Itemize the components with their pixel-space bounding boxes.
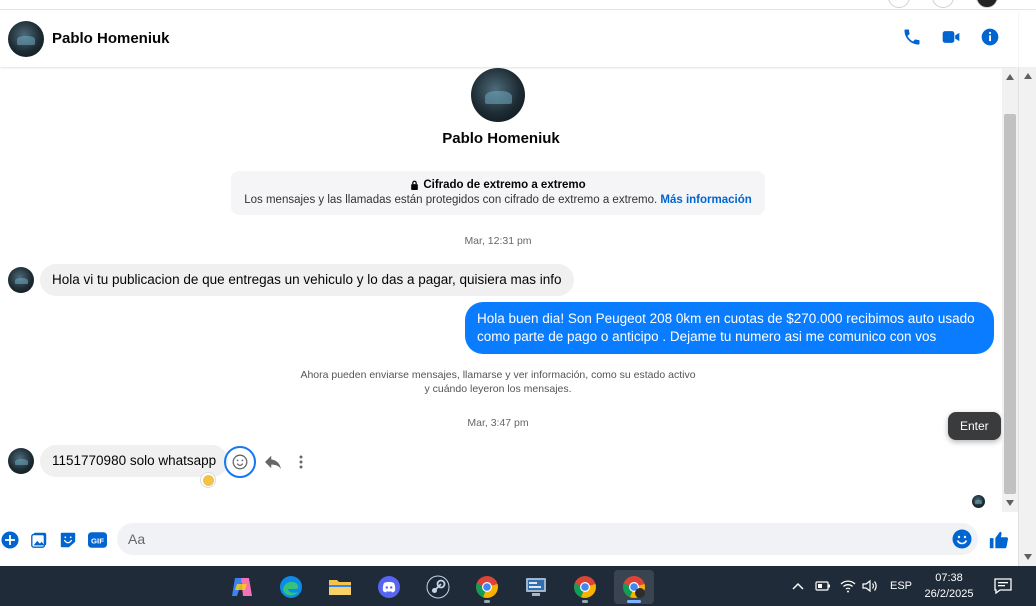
encryption-title: Cifrado de extremo a extremo: [423, 179, 586, 191]
more-vertical-icon: [299, 455, 303, 469]
clock-time: 07:38: [935, 572, 963, 584]
windows-taskbar: ESP 07:38 26/2/2025: [0, 566, 1036, 606]
attach-photo-button[interactable]: [29, 530, 49, 550]
chrome-icon: [574, 576, 596, 598]
taskbar-app[interactable]: [467, 570, 507, 604]
lock-icon: [411, 180, 419, 190]
emoji-icon[interactable]: [952, 529, 972, 549]
taskbar-app[interactable]: [418, 570, 458, 604]
add-button[interactable]: [0, 530, 20, 550]
scroll-down-arrow[interactable]: [1006, 500, 1014, 506]
wifi-tray[interactable]: [840, 566, 856, 606]
timestamp: Mar, 12:31 pm: [464, 235, 532, 247]
file-explorer-icon: [329, 580, 351, 595]
message-input-placeholder: Aa: [128, 531, 146, 547]
taskbar-app[interactable]: [516, 570, 556, 604]
scroll-up-arrow[interactable]: [1024, 73, 1032, 79]
chat-scrollbar[interactable]: [1002, 68, 1018, 512]
message-bubble[interactable]: Hola vi tu publicacion de que entregas u…: [40, 264, 574, 296]
chrome-icon: [476, 576, 498, 598]
encryption-text: Los mensajes y las llamadas están proteg…: [244, 194, 658, 206]
sticker-button[interactable]: [58, 530, 78, 550]
scroll-down-arrow[interactable]: [1024, 554, 1032, 560]
react-button[interactable]: [224, 446, 256, 478]
contact-name[interactable]: Pablo Homeniuk: [52, 30, 170, 47]
volume-tray[interactable]: [862, 566, 878, 606]
like-icon[interactable]: [988, 529, 1010, 551]
partial-avatar: [976, 0, 998, 8]
seen-indicator-avatar: [972, 495, 985, 508]
speaker-icon: [862, 579, 877, 593]
message-bubble[interactable]: 1151770980 solo whatsapp: [40, 445, 229, 477]
gif-icon: GIF: [87, 532, 107, 548]
reply-button[interactable]: [262, 451, 284, 473]
info-icon[interactable]: [980, 27, 1000, 47]
profile-block: Pablo Homeniuk: [0, 68, 1002, 147]
incoming-message: 1151770980 solo whatsapp: [8, 445, 229, 477]
chat-header: Pablo Homeniuk: [0, 10, 1018, 67]
taskbar-app-active[interactable]: [614, 570, 654, 604]
edge-icon: [280, 576, 302, 598]
wifi-icon: [840, 580, 856, 593]
notifications-button[interactable]: [994, 566, 1012, 606]
notification-icon: [994, 578, 1012, 594]
steam-icon: [426, 575, 450, 599]
scroll-up-arrow[interactable]: [1006, 74, 1014, 80]
more-options-button[interactable]: [290, 451, 312, 473]
taskbar-app[interactable]: [320, 570, 360, 604]
page-scrollbar[interactable]: [1018, 67, 1036, 566]
system-message: Ahora pueden enviarse mensajes, llamarse…: [300, 369, 696, 395]
plus-circle-icon: [1, 531, 19, 549]
more-info-link[interactable]: Más información: [660, 194, 751, 206]
reaction-badge[interactable]: [200, 472, 216, 488]
taskbar-app[interactable]: [222, 570, 262, 604]
scroll-thumb[interactable]: [1004, 114, 1016, 494]
clock-date: 26/2/2025: [924, 588, 974, 600]
running-indicator: [627, 600, 641, 603]
incoming-message: Hola vi tu publicacion de que entregas u…: [8, 264, 574, 296]
profile-avatar[interactable]: [471, 68, 525, 122]
message-composer: GIF Aa: [0, 515, 1018, 565]
partial-avatar: [888, 0, 910, 8]
chevron-up-icon: [792, 582, 804, 590]
header-actions: [902, 27, 1000, 47]
taskbar-app[interactable]: [565, 570, 605, 604]
message-actions: [224, 446, 312, 478]
tooltip: Enter: [948, 412, 1001, 440]
sender-avatar[interactable]: [8, 448, 34, 474]
taskbar-app[interactable]: [369, 570, 409, 604]
profile-name: Pablo Homeniuk: [442, 130, 560, 147]
timestamp: Mar, 3:47 pm: [467, 417, 529, 429]
smiley-icon: [232, 454, 248, 470]
running-indicator: [582, 600, 588, 603]
battery-icon: [815, 581, 830, 591]
message-input[interactable]: Aa: [117, 523, 978, 555]
control-panel-icon: [526, 578, 546, 596]
discord-icon: [378, 576, 400, 598]
running-indicator: [484, 600, 490, 603]
sticker-icon: [60, 532, 76, 548]
photo-icon: [31, 532, 47, 548]
contact-avatar[interactable]: [8, 20, 44, 57]
phone-icon[interactable]: [902, 27, 922, 47]
svg-text:GIF: GIF: [91, 536, 104, 545]
show-hidden-icons[interactable]: [792, 566, 804, 606]
battery-tray[interactable]: [815, 566, 831, 606]
reply-icon: [265, 455, 281, 470]
system-clock[interactable]: 07:38 26/2/2025: [918, 570, 980, 602]
chrome-icon: [623, 576, 645, 598]
browser-top-strip: [0, 0, 1036, 10]
sender-avatar[interactable]: [8, 267, 34, 293]
copilot-icon: [232, 578, 252, 596]
encryption-notice: Cifrado de extremo a extremo Los mensaje…: [231, 171, 765, 215]
conversation-area: Pablo Homeniuk Cifrado de extremo a extr…: [0, 68, 1002, 512]
video-call-icon[interactable]: [941, 27, 961, 47]
taskbar-app[interactable]: [271, 570, 311, 604]
outgoing-message[interactable]: Hola buen dia! Son Peugeot 208 0km en cu…: [465, 302, 994, 354]
partial-avatar: [932, 0, 954, 8]
language-indicator[interactable]: ESP: [890, 566, 912, 606]
gif-button[interactable]: GIF: [87, 530, 107, 550]
